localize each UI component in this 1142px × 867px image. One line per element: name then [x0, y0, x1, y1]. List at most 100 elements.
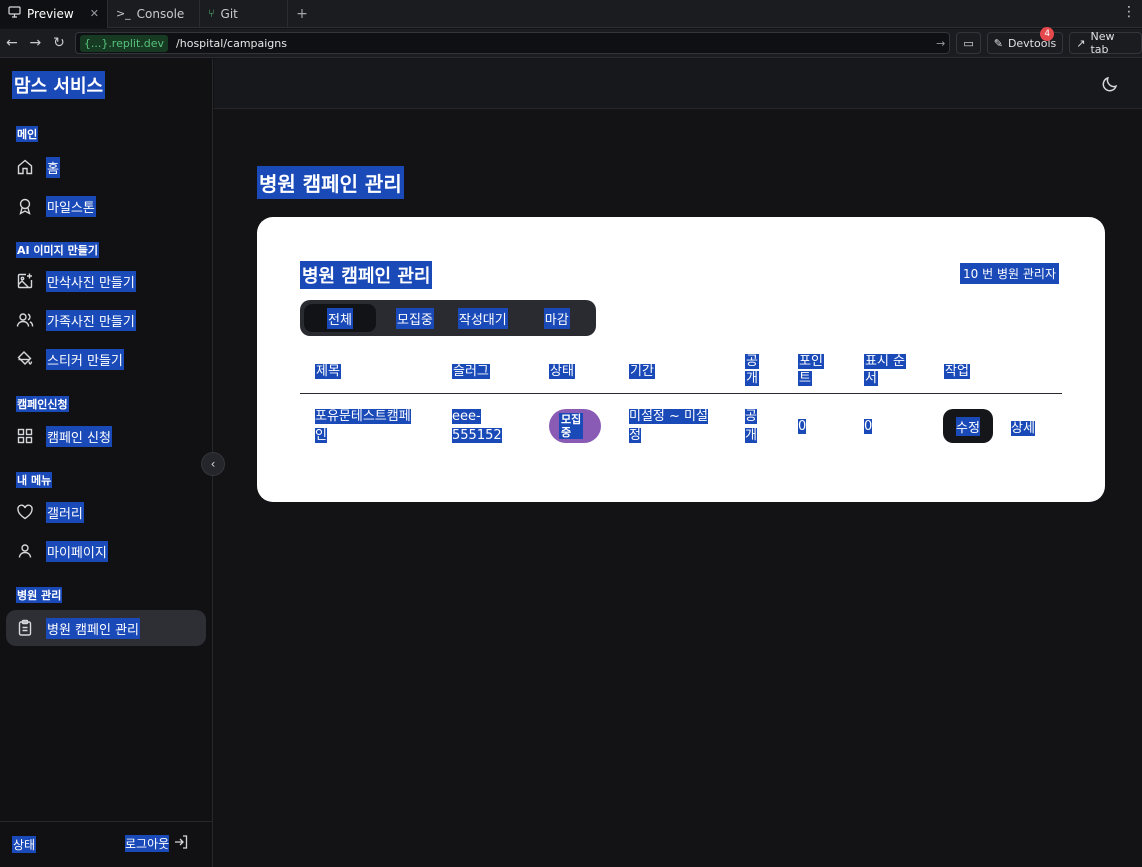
cell-title: 포유문테스트캠페 인	[315, 409, 411, 443]
log-out-icon	[173, 834, 189, 853]
browser-url-bar: ← → ↻ {...}.replit.dev /hospital/campaig…	[0, 27, 1142, 58]
sidebar-item-campaign-apply[interactable]: 캠페인 신청	[6, 418, 206, 454]
section-title-my-menu: 내 메뉴	[16, 472, 53, 488]
tab-preview[interactable]: Preview ✕	[0, 0, 108, 28]
cell-display-order: 0	[864, 419, 873, 434]
user-icon	[16, 542, 34, 560]
sidebar-item-label: 마일스톤	[46, 195, 96, 217]
sidebar-item-maternity-photo[interactable]: 만삭사진 만들기	[6, 263, 206, 299]
sidebar-item-label: 마이페이지	[46, 540, 108, 562]
section-title-ai-image: AI 이미지 만들기	[16, 242, 99, 258]
sidebar-item-gallery[interactable]: 갤러리	[6, 494, 206, 530]
external-link-icon: ↗	[1076, 36, 1086, 50]
admin-label: 10 번 병원 관리자	[960, 263, 1059, 284]
screen-toggle-button[interactable]: ▭	[956, 32, 981, 54]
section-title-hospital-admin: 병원 관리	[16, 587, 63, 603]
filter-tab-label: 마감	[543, 307, 570, 329]
edit-button[interactable]: 수정	[943, 409, 993, 443]
sidebar-item-label: 스티커 만들기	[46, 348, 124, 370]
logout-button[interactable]: 로그아웃	[125, 834, 189, 853]
close-icon[interactable]: ✕	[90, 7, 99, 20]
home-icon	[16, 158, 34, 176]
filter-tab-label: 작성대기	[457, 307, 508, 329]
section-title-campaign-apply: 캠페인신청	[16, 396, 69, 412]
detail-link[interactable]: 상세	[1011, 417, 1035, 436]
sidebar-item-home[interactable]: 홈	[6, 149, 206, 185]
tab-label: Preview	[27, 6, 74, 21]
cell-points: 0	[798, 419, 807, 434]
column-header-actions[interactable]: 작업	[944, 363, 970, 380]
filter-tab-all[interactable]: 전체	[304, 304, 376, 332]
filter-tab-label: 전체	[327, 307, 353, 329]
campaign-card: 병원 캠페인 관리 10 번 병원 관리자 전체 모집중 작성대기 마감 제목 …	[257, 217, 1105, 502]
sidebar-collapse-chevron-left-icon[interactable]: ‹	[201, 452, 225, 476]
heart-icon	[16, 503, 34, 521]
sidebar-item-label: 갤러리	[46, 501, 84, 523]
tab-console[interactable]: >_ Console	[108, 0, 200, 28]
sidebar-item-family-photo[interactable]: 가족사진 만들기	[6, 302, 206, 338]
filter-tabs: 전체 모집중 작성대기 마감	[300, 300, 596, 336]
section-title-main: 메인	[16, 126, 39, 142]
screen-icon: ▭	[963, 36, 974, 50]
cell-public: 공 개	[745, 409, 757, 443]
status-label: 상태	[12, 836, 37, 853]
filter-tab-recruiting[interactable]: 모집중	[382, 304, 448, 332]
sidebar: 맘스 서비스 메인 홈 마일스톤 AI 이미지 만들기 만삭사진 만들기 가족사…	[0, 59, 213, 867]
clipboard-icon	[16, 619, 34, 637]
paint-bucket-icon	[16, 350, 34, 368]
column-header-points[interactable]: 포인 트	[798, 353, 824, 387]
column-header-title[interactable]: 제목	[315, 363, 341, 380]
image-plus-icon	[16, 272, 34, 290]
cell-slug: eee- 555152	[452, 409, 502, 443]
sidebar-item-label: 캠페인 신청	[46, 425, 112, 447]
filter-tab-pending[interactable]: 작성대기	[454, 304, 512, 332]
status-badge: 모집 중	[549, 409, 601, 443]
tab-label: Console	[136, 6, 185, 21]
brand-title[interactable]: 맘스 서비스	[12, 71, 106, 99]
tab-label: Git	[220, 6, 238, 21]
more-vertical-icon[interactable]: ⋮	[1122, 4, 1136, 20]
moon-icon[interactable]	[1100, 74, 1120, 94]
devtools-button[interactable]: ✎ Devtools 4	[986, 27, 1064, 54]
table-header-divider	[300, 393, 1062, 394]
column-header-slug[interactable]: 슬러그	[452, 363, 490, 380]
page-title: 병원 캠페인 관리	[257, 166, 404, 199]
users-icon	[16, 311, 34, 329]
new-tab-button[interactable]: ↗ New tab	[1069, 30, 1142, 56]
sidebar-item-milestone[interactable]: 마일스톤	[6, 188, 206, 224]
forward-arrow-icon[interactable]: →	[24, 35, 48, 51]
cell-period: 미설정 ~ 미설 정	[629, 409, 708, 443]
column-header-public[interactable]: 공 개	[745, 353, 759, 387]
sidebar-item-label: 가족사진 만들기	[46, 309, 136, 331]
back-arrow-icon[interactable]: ←	[0, 35, 24, 51]
sidebar-footer: 상태 로그아웃	[0, 821, 213, 867]
sidebar-item-label: 만삭사진 만들기	[46, 270, 136, 292]
git-icon: ⑂	[207, 7, 215, 20]
award-icon	[16, 197, 34, 215]
new-tab-plus-icon[interactable]: +	[288, 6, 316, 22]
sidebar-item-label: 홈	[46, 156, 60, 178]
terminal-icon: >_	[115, 7, 131, 20]
browser-tab-bar: Preview ✕ >_ Console ⑂ Git + ⋮	[0, 0, 1142, 28]
monitor-icon	[8, 6, 21, 21]
sidebar-item-mypage[interactable]: 마이페이지	[6, 533, 206, 569]
wrench-icon: ✎	[993, 36, 1003, 50]
sidebar-item-hospital-campaign[interactable]: 병원 캠페인 관리	[6, 610, 206, 646]
tab-git[interactable]: ⑂ Git	[200, 0, 288, 28]
domain-chip[interactable]: {...}.replit.dev	[79, 34, 169, 52]
reload-icon[interactable]: ↻	[47, 35, 71, 51]
open-external-arrow-icon[interactable]: →	[936, 37, 945, 50]
filter-tab-closed[interactable]: 마감	[518, 304, 582, 332]
sidebar-item-sticker[interactable]: 스티커 만들기	[6, 341, 206, 377]
column-header-display-order[interactable]: 표시 순 서	[864, 353, 907, 387]
column-header-period[interactable]: 기간	[629, 363, 655, 380]
filter-tab-label: 모집중	[396, 307, 434, 329]
new-tab-label: New tab	[1090, 30, 1115, 56]
sidebar-item-label: 병원 캠페인 관리	[46, 617, 140, 639]
column-header-status[interactable]: 상태	[549, 363, 575, 380]
url-input[interactable]: {...}.replit.dev /hospital/campaigns →	[74, 32, 951, 54]
grid-icon	[16, 427, 34, 445]
logout-label: 로그아웃	[125, 835, 170, 852]
top-bar	[214, 59, 1142, 109]
url-path: /hospital/campaigns	[176, 36, 287, 50]
